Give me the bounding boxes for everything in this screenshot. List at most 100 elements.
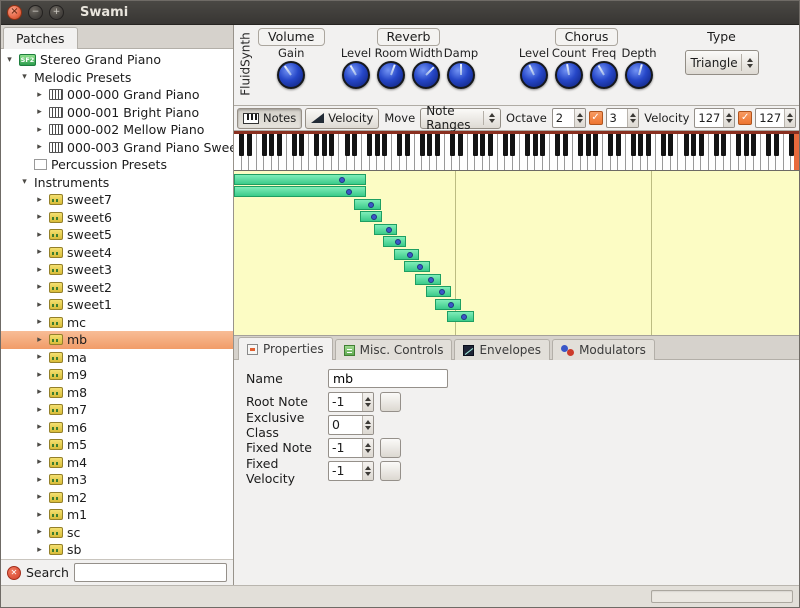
- velocity-dot[interactable]: [448, 302, 454, 308]
- black-key[interactable]: [458, 134, 463, 156]
- spin-down-icon[interactable]: [365, 426, 371, 430]
- velocity-dot[interactable]: [339, 177, 345, 183]
- velocity-dot[interactable]: [439, 289, 445, 295]
- tree-item-sweet4[interactable]: ▸sweet4: [1, 244, 233, 262]
- note-range-bar[interactable]: [374, 224, 397, 235]
- spin-up-icon[interactable]: [365, 466, 371, 470]
- tab-modulators[interactable]: Modulators: [552, 339, 655, 360]
- black-key[interactable]: [751, 134, 756, 156]
- black-key[interactable]: [744, 134, 749, 156]
- black-key[interactable]: [435, 134, 440, 156]
- black-key[interactable]: [616, 134, 621, 156]
- expander-icon[interactable]: ▸: [34, 457, 45, 467]
- level-knob[interactable]: [520, 61, 548, 89]
- note-range-bar[interactable]: [234, 174, 366, 185]
- tree-item-000-002-mellow-piano[interactable]: ▸000-002 Mellow Piano: [1, 121, 233, 139]
- black-key[interactable]: [721, 134, 726, 156]
- black-key[interactable]: [382, 134, 387, 156]
- gain-knob[interactable]: [277, 61, 305, 89]
- count-knob[interactable]: [555, 61, 583, 89]
- velocity-dot[interactable]: [368, 202, 374, 208]
- velocity-dot[interactable]: [417, 264, 423, 270]
- velocity-dot[interactable]: [395, 239, 401, 245]
- black-key[interactable]: [322, 134, 327, 156]
- minimize-button[interactable]: [28, 5, 43, 20]
- black-key[interactable]: [277, 134, 282, 156]
- black-key[interactable]: [269, 134, 274, 156]
- spinner-arrows-icon[interactable]: [627, 109, 638, 127]
- black-key[interactable]: [646, 134, 651, 156]
- level-knob[interactable]: [342, 61, 370, 89]
- black-key[interactable]: [631, 134, 636, 156]
- tree-item-000-000-grand-piano[interactable]: ▸000-000 Grand Piano: [1, 86, 233, 104]
- black-key[interactable]: [473, 134, 478, 156]
- black-key[interactable]: [774, 134, 779, 156]
- spinner-arrows-icon[interactable]: [723, 109, 734, 127]
- velocity-dot[interactable]: [346, 189, 352, 195]
- black-key[interactable]: [450, 134, 455, 156]
- spin-up-icon[interactable]: [365, 397, 371, 401]
- expander-icon[interactable]: ▸: [34, 422, 45, 432]
- spin-up-icon[interactable]: [365, 420, 371, 424]
- expander-icon[interactable]: ▸: [34, 195, 45, 205]
- expander-icon[interactable]: ▾: [4, 55, 15, 65]
- tab-misc-controls[interactable]: Misc. Controls: [335, 339, 453, 360]
- black-key[interactable]: [239, 134, 244, 156]
- note-picker-button[interactable]: [380, 461, 401, 481]
- black-key[interactable]: [510, 134, 515, 156]
- width-knob[interactable]: [412, 61, 440, 89]
- expander-icon[interactable]: ▸: [34, 405, 45, 415]
- black-key[interactable]: [699, 134, 704, 156]
- fixed-note-spinner[interactable]: -1: [328, 438, 374, 458]
- name-input[interactable]: [328, 369, 448, 388]
- maximize-button[interactable]: [49, 5, 64, 20]
- spin-down-icon[interactable]: [365, 449, 371, 453]
- expander-icon[interactable]: ▸: [34, 300, 45, 310]
- tree-item-mb[interactable]: ▸mb: [1, 331, 233, 349]
- tree-item-m8[interactable]: ▸m8: [1, 384, 233, 402]
- black-key[interactable]: [299, 134, 304, 156]
- expander-icon[interactable]: ▸: [34, 387, 45, 397]
- velocity-low-spinner[interactable]: 127: [694, 108, 735, 128]
- black-key[interactable]: [503, 134, 508, 156]
- note-range-bar[interactable]: [234, 186, 366, 197]
- expander-icon[interactable]: ▸: [34, 335, 45, 345]
- expander-icon[interactable]: ▸: [34, 212, 45, 222]
- velocity-dot[interactable]: [371, 214, 377, 220]
- tree-item-m3[interactable]: ▸m3: [1, 471, 233, 489]
- black-key[interactable]: [262, 134, 267, 156]
- fixed-velocity-spinner[interactable]: -1: [328, 461, 374, 481]
- move-combo[interactable]: Note Ranges: [420, 108, 501, 129]
- freq-knob[interactable]: [590, 61, 618, 89]
- tree-item-m1[interactable]: ▸m1: [1, 506, 233, 524]
- keyboard-scrollbar[interactable]: [794, 134, 799, 170]
- tree-item-m5[interactable]: ▸m5: [1, 436, 233, 454]
- tab-properties[interactable]: Properties: [238, 337, 333, 360]
- spinner-arrows-icon[interactable]: [784, 109, 795, 127]
- note-range-bar[interactable]: [415, 274, 441, 285]
- chorus-type-combo[interactable]: Triangle: [685, 50, 759, 75]
- search-input[interactable]: [74, 563, 227, 582]
- note-range-bar[interactable]: [394, 249, 419, 260]
- note-range-bar[interactable]: [404, 261, 430, 272]
- black-key[interactable]: [480, 134, 485, 156]
- tree-item-sweet7[interactable]: ▸sweet7: [1, 191, 233, 209]
- black-key[interactable]: [593, 134, 598, 156]
- expander-icon[interactable]: ▾: [19, 177, 30, 187]
- expander-icon[interactable]: ▸: [34, 440, 45, 450]
- tree-item-instruments[interactable]: ▾Instruments: [1, 174, 233, 192]
- black-key[interactable]: [375, 134, 380, 156]
- expander-icon[interactable]: ▸: [34, 282, 45, 292]
- note-range-bar[interactable]: [435, 299, 461, 310]
- expander-icon[interactable]: ▸: [34, 475, 45, 485]
- expander-icon[interactable]: ▸: [34, 125, 45, 135]
- spinner-arrows-icon[interactable]: [574, 109, 585, 127]
- piano-keyboard[interactable]: [234, 131, 799, 171]
- tree-item-melodic-presets[interactable]: ▾Melodic Presets: [1, 69, 233, 87]
- tree-item-m2[interactable]: ▸m2: [1, 489, 233, 507]
- tree-item-mc[interactable]: ▸mc: [1, 314, 233, 332]
- tree-item-sweet1[interactable]: ▸sweet1: [1, 296, 233, 314]
- note-range-bar[interactable]: [354, 199, 381, 210]
- damp-knob[interactable]: [447, 61, 475, 89]
- tab-patches[interactable]: Patches: [3, 27, 78, 49]
